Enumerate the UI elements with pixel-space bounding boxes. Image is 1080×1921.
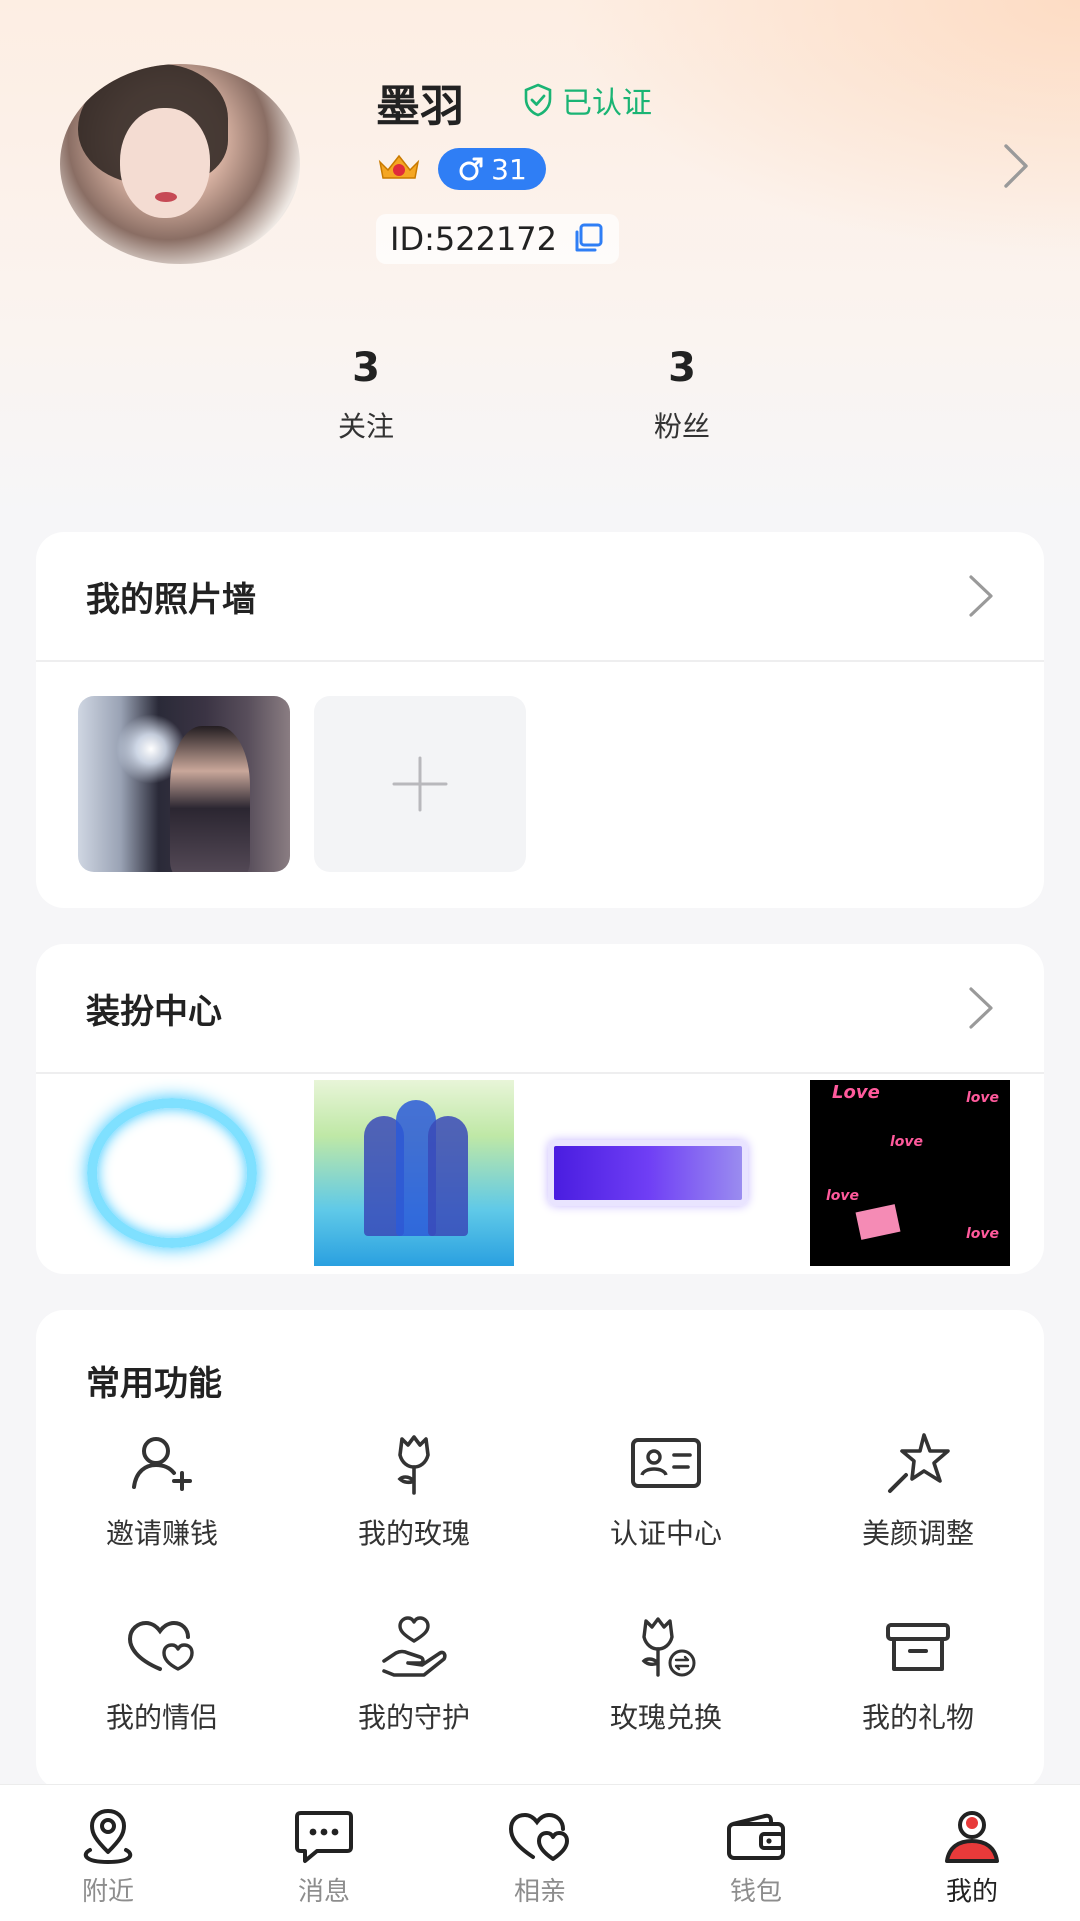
avatar-frame-item[interactable] bbox=[72, 1080, 272, 1266]
following-count: 3 bbox=[352, 345, 380, 391]
male-icon bbox=[459, 157, 483, 181]
func-my-guard[interactable]: 我的守护 bbox=[314, 1612, 514, 1736]
profile-icon bbox=[945, 1811, 999, 1863]
crown-icon bbox=[378, 154, 420, 179]
func-label: 美颜调整 bbox=[861, 1517, 974, 1550]
chevron-right-icon bbox=[969, 575, 993, 617]
guard-hand-icon bbox=[382, 1616, 447, 1677]
invite-user-icon bbox=[132, 1437, 192, 1491]
profile-name: 墨羽 bbox=[376, 81, 464, 132]
followers-label: 粉丝 bbox=[653, 410, 710, 443]
tab-label: 相亲 bbox=[513, 1877, 566, 1907]
stat-followers[interactable]: 3 粉丝 bbox=[592, 345, 772, 445]
chevron-right-icon bbox=[969, 987, 993, 1029]
func-invite-earn[interactable]: 邀请赚钱 bbox=[62, 1428, 262, 1552]
func-my-couple[interactable]: 我的情侣 bbox=[62, 1612, 262, 1736]
func-label: 我的守护 bbox=[357, 1701, 470, 1734]
message-icon bbox=[295, 1811, 353, 1863]
shield-check-icon bbox=[524, 83, 552, 117]
background-effect-item[interactable]: Love love love love love bbox=[810, 1080, 1010, 1266]
gender-age-badge: 31 bbox=[438, 148, 546, 190]
func-verify-center[interactable]: 认证中心 bbox=[566, 1428, 766, 1552]
tab-label: 附近 bbox=[81, 1877, 134, 1907]
tab-dating[interactable]: 相亲 bbox=[470, 1807, 610, 1908]
bottom-tab-bar: 附近 消息 相亲 钱包 我的 bbox=[0, 1784, 1080, 1921]
add-photo-button[interactable] bbox=[314, 696, 526, 872]
tab-nearby[interactable]: 附近 bbox=[38, 1807, 178, 1908]
tab-wallet[interactable]: 钱包 bbox=[686, 1807, 826, 1908]
avatar[interactable] bbox=[60, 64, 300, 264]
chevron-right-icon[interactable] bbox=[1000, 142, 1032, 190]
func-label: 我的玫瑰 bbox=[357, 1517, 470, 1550]
gift-box-icon bbox=[886, 1623, 950, 1671]
divider bbox=[36, 1072, 1044, 1074]
func-label: 我的情侣 bbox=[105, 1701, 218, 1734]
func-label: 玫瑰兑换 bbox=[609, 1701, 722, 1734]
couple-heart-icon bbox=[127, 1620, 194, 1671]
func-my-gifts[interactable]: 我的礼物 bbox=[818, 1612, 1018, 1736]
dress-center-header[interactable]: 装扮中心 bbox=[36, 944, 1044, 1072]
copy-icon[interactable] bbox=[571, 222, 605, 256]
beauty-star-icon bbox=[888, 1433, 950, 1493]
entrance-effect-item[interactable] bbox=[314, 1080, 514, 1266]
plus-icon bbox=[392, 756, 448, 812]
common-functions-title: 常用功能 bbox=[86, 1364, 222, 1404]
func-label: 邀请赚钱 bbox=[105, 1517, 218, 1550]
envelope-icon bbox=[855, 1204, 901, 1240]
verified-label: 已认证 bbox=[562, 86, 652, 121]
func-label: 我的礼物 bbox=[861, 1701, 974, 1734]
user-id: ID:522172 bbox=[376, 214, 620, 264]
func-beauty-adjust[interactable]: 美颜调整 bbox=[818, 1428, 1018, 1552]
photo-wall-header[interactable]: 我的照片墙 bbox=[36, 532, 1044, 660]
stat-following[interactable]: 3 关注 bbox=[276, 345, 456, 445]
photo-wall-title: 我的照片墙 bbox=[86, 579, 256, 620]
chat-bubble-item[interactable] bbox=[548, 1080, 748, 1266]
func-my-roses[interactable]: 我的玫瑰 bbox=[314, 1428, 514, 1552]
followers-count: 3 bbox=[668, 345, 696, 391]
tab-messages[interactable]: 消息 bbox=[254, 1807, 394, 1908]
tab-label: 消息 bbox=[297, 1877, 350, 1907]
func-rose-exchange[interactable]: 玫瑰兑换 bbox=[566, 1612, 766, 1736]
age-label: 31 bbox=[491, 152, 527, 186]
tab-mine[interactable]: 我的 bbox=[902, 1807, 1042, 1908]
following-label: 关注 bbox=[337, 410, 394, 443]
hearts-icon bbox=[508, 1812, 569, 1861]
rose-icon bbox=[397, 1435, 430, 1495]
wallet-icon bbox=[727, 1813, 785, 1860]
dress-center-title: 装扮中心 bbox=[86, 991, 222, 1032]
location-pin-icon bbox=[83, 1809, 133, 1865]
photo-thumbnail[interactable] bbox=[78, 696, 290, 872]
verified-badge: 已认证 bbox=[522, 78, 652, 122]
user-id-text: ID:522172 bbox=[390, 220, 558, 258]
id-card-icon bbox=[631, 1438, 701, 1488]
rose-exchange-icon bbox=[641, 1617, 696, 1677]
tab-label: 我的 bbox=[945, 1877, 998, 1907]
func-label: 认证中心 bbox=[609, 1517, 722, 1550]
tab-label: 钱包 bbox=[729, 1877, 782, 1907]
divider bbox=[36, 660, 1044, 662]
